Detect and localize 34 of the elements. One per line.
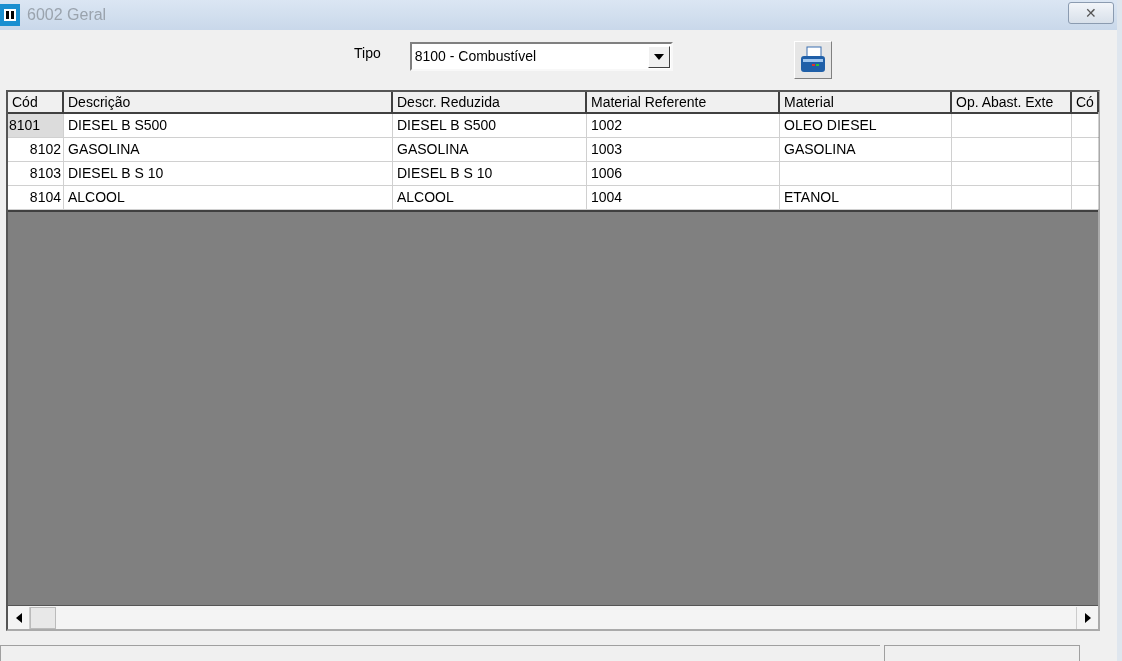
table-cell: DIESEL B S500 — [68, 117, 168, 133]
app-logo-icon — [0, 4, 20, 26]
table-cell: 1006 — [591, 165, 623, 181]
table-cell: ETANOL — [784, 189, 839, 205]
table-cell: 8102 — [29, 141, 61, 157]
window-title: 6002 Geral — [27, 5, 107, 25]
table-cell: 1003 — [591, 141, 623, 157]
column-header[interactable]: Có — [1072, 92, 1099, 112]
selected-cell: 8101 — [9, 117, 41, 133]
table-cell: 8104 — [29, 189, 61, 205]
table-cell: GASOLINA — [397, 141, 469, 157]
column-header[interactable]: Op. Abast. Exte — [952, 92, 1072, 112]
column-header[interactable]: Cód — [8, 92, 64, 112]
printer-button[interactable] — [793, 41, 832, 79]
table-cell: DIESEL B S 10 — [397, 165, 493, 181]
close-button[interactable]: ✕ — [1068, 2, 1114, 24]
column-header[interactable]: Material — [780, 92, 952, 112]
table-cell: 1002 — [591, 117, 623, 133]
tipo-dropdown[interactable]: 8100 - Combustível — [409, 42, 673, 71]
table-cell: 8103 — [29, 165, 61, 181]
scroll-thumb[interactable] — [30, 606, 56, 629]
tipo-label: Tipo — [354, 44, 381, 63]
column-header[interactable]: Descr. Reduzida — [393, 92, 587, 112]
table-cell: GASOLINA — [784, 141, 856, 157]
column-header[interactable]: Descrição — [64, 92, 393, 112]
table-cell: ALCOOL — [397, 189, 454, 205]
table-cell: ALCOOL — [68, 189, 125, 205]
table-cell: 1004 — [591, 189, 623, 205]
table-cell: GASOLINA — [68, 141, 140, 157]
horizontal-scrollbar[interactable] — [8, 605, 1098, 629]
table-cell: OLEO DIESEL — [784, 117, 877, 133]
table-cell: DIESEL B S 10 — [68, 165, 164, 181]
column-header[interactable]: Material Referente — [587, 92, 780, 112]
table-cell: DIESEL B S500 — [397, 117, 497, 133]
